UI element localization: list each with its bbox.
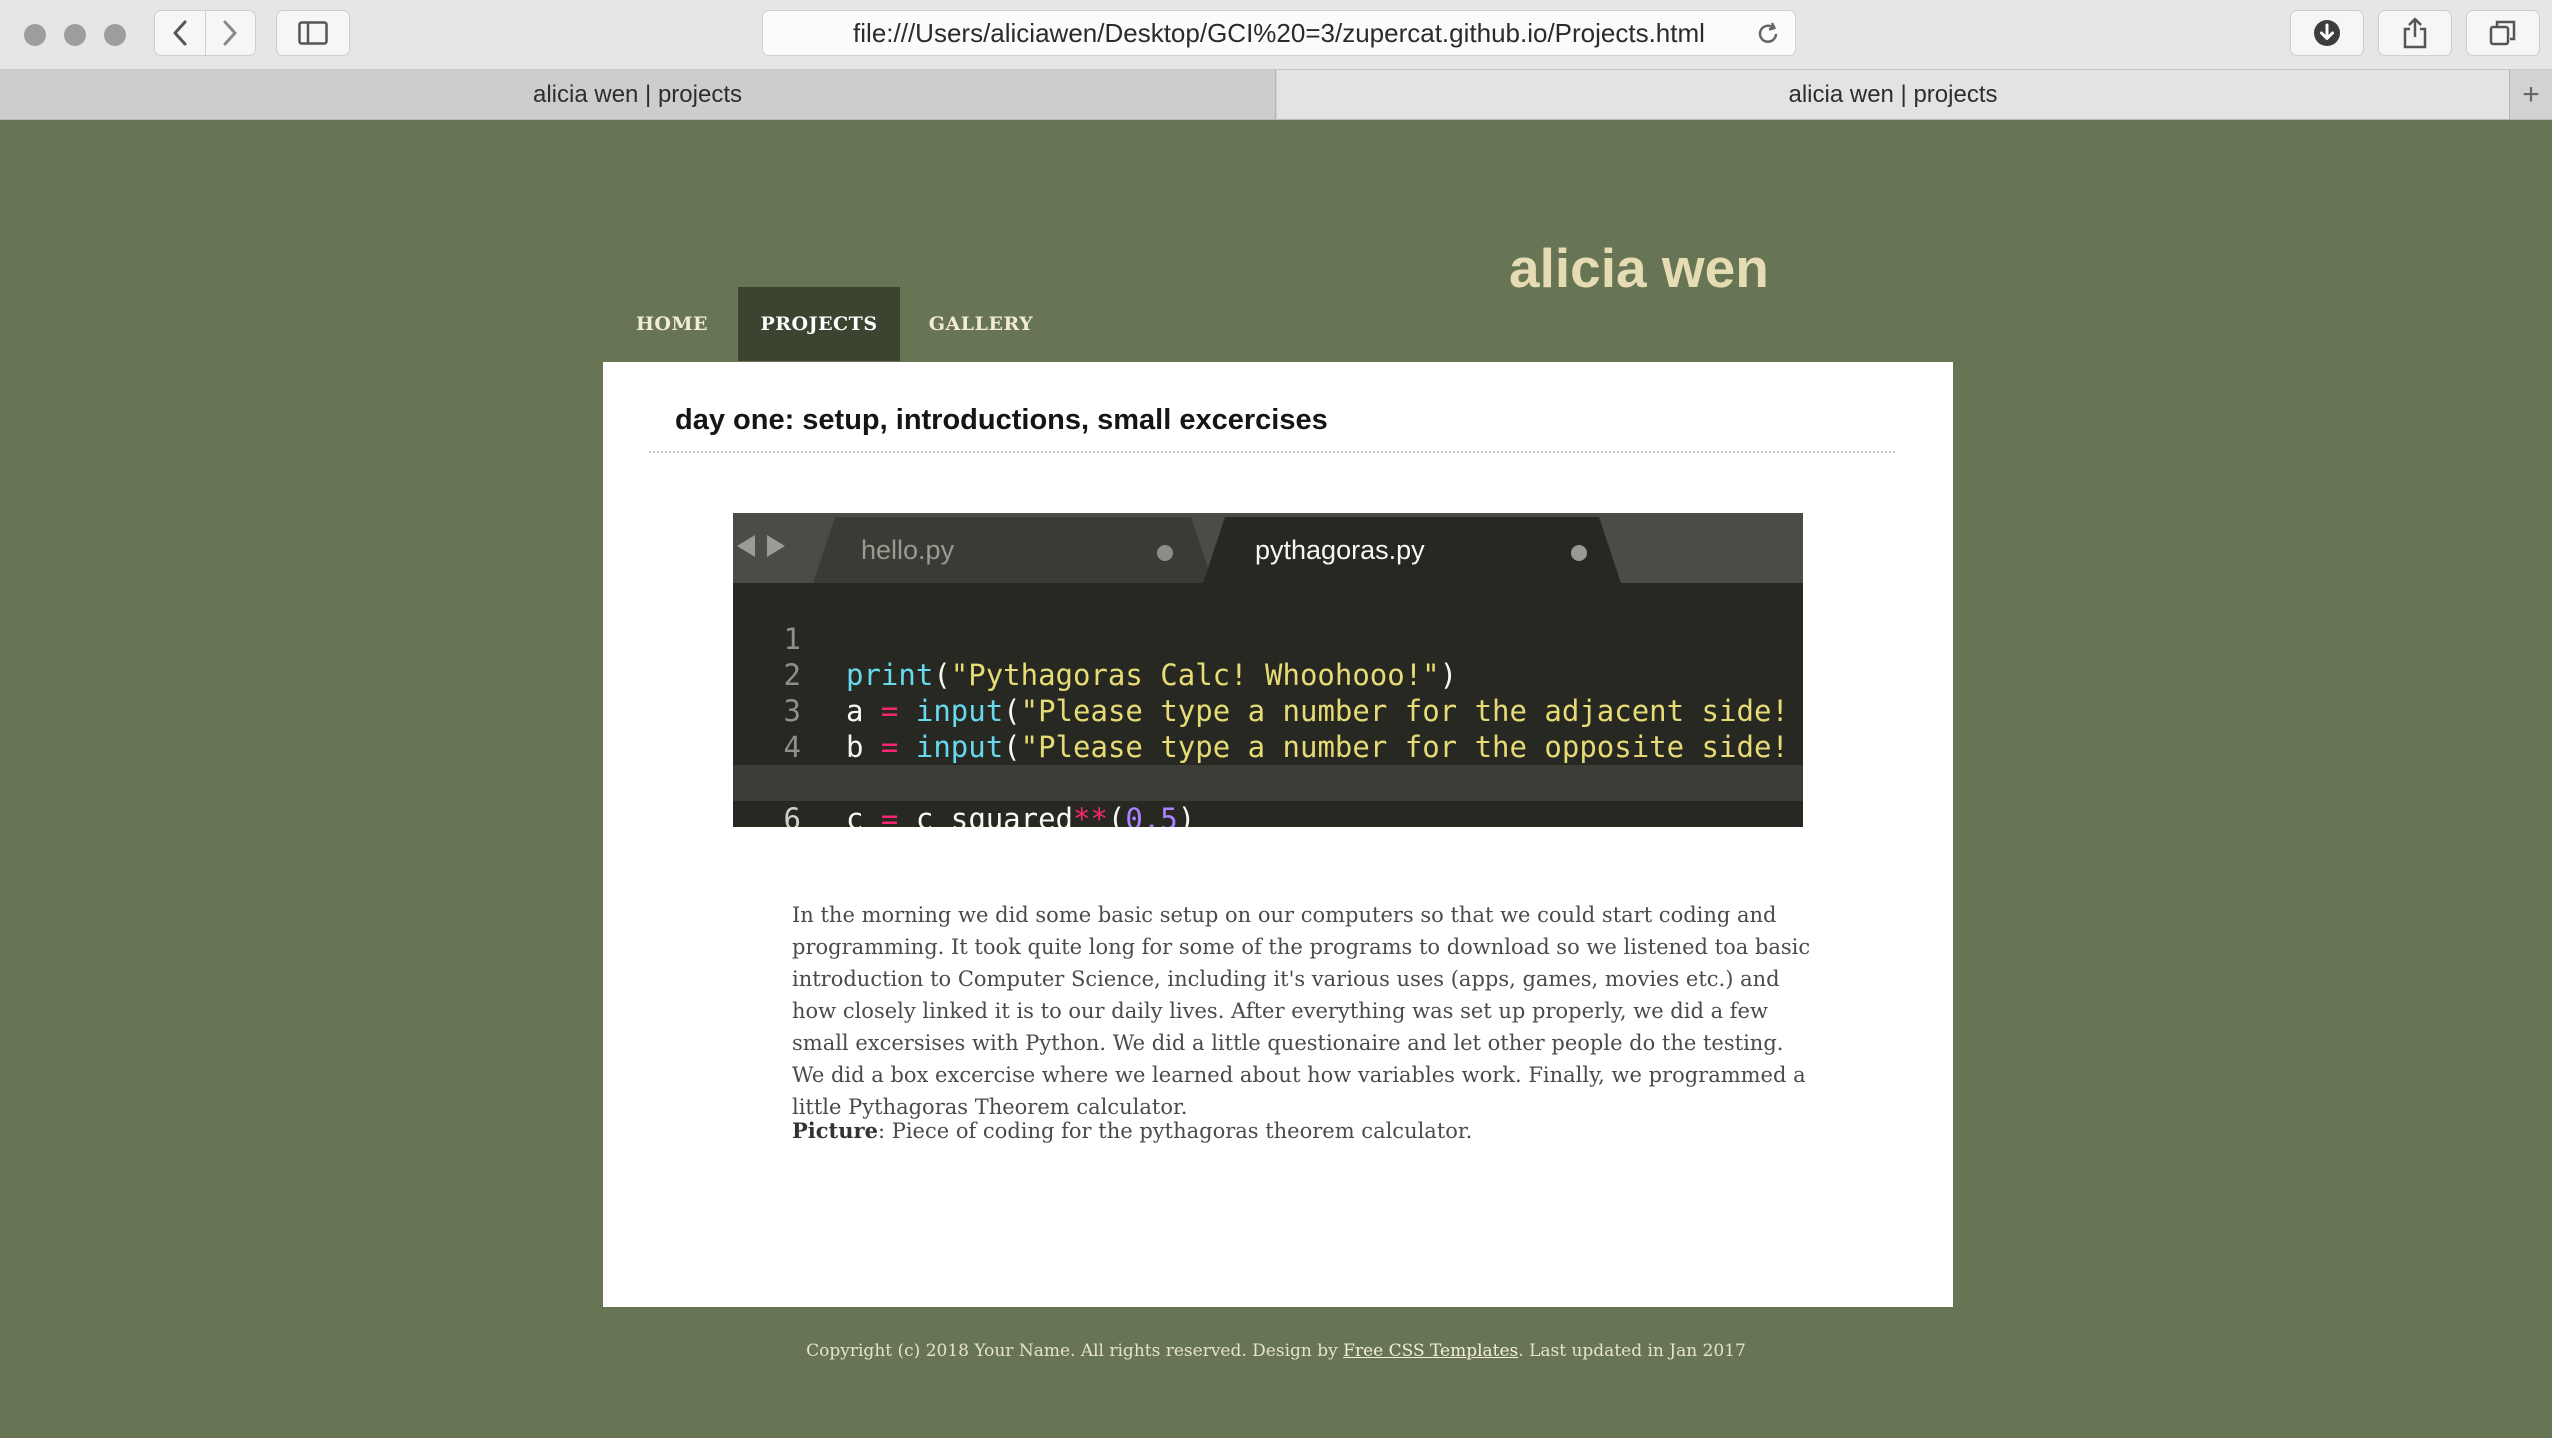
forward-button[interactable] <box>206 11 256 55</box>
editor-tab-label: hello.py <box>861 534 955 565</box>
unsaved-dot-icon <box>1157 545 1173 561</box>
editor-tab-bar: hello.py pythagoras.py <box>733 513 1803 583</box>
tab-projects-inactive[interactable]: alicia wen | projects <box>0 70 1276 119</box>
site-title: alicia wen <box>1509 237 1769 299</box>
title-divider <box>649 451 1895 453</box>
zoom-window-button[interactable] <box>104 24 126 46</box>
editor-right-arrow-icon <box>767 535 785 557</box>
caption-label: Picture <box>792 1118 878 1143</box>
forward-icon <box>223 20 237 46</box>
editor-left-arrow-icon <box>737 535 755 557</box>
content-panel: day one: setup, introductions, small exc… <box>603 362 1953 1307</box>
reload-icon[interactable] <box>1755 21 1781 47</box>
close-window-button[interactable] <box>24 24 46 46</box>
code-text: c = c_squared**(0.5) <box>846 802 1196 827</box>
code-line: 3 b = input("Please type a number for th… <box>733 657 1803 764</box>
footer-templates-link[interactable]: Free CSS Templates <box>1343 1341 1518 1361</box>
nav-gallery-link[interactable]: GALLERY <box>916 287 1046 361</box>
tab-projects-active[interactable]: alicia wen | projects <box>1277 70 2509 119</box>
downloads-button[interactable] <box>2290 10 2364 56</box>
tab-label: alicia wen | projects <box>533 80 742 108</box>
share-icon <box>2403 17 2427 49</box>
footer-copyright: Copyright (c) 2018 Your Name. All rights… <box>806 1341 1344 1361</box>
url-text: file:///Users/aliciawen/Desktop/GCI%20=3… <box>853 17 1705 48</box>
line-number: 6 <box>783 802 801 827</box>
share-button[interactable] <box>2378 10 2452 56</box>
tabs-overview-icon <box>2489 20 2516 46</box>
editor-tab-hello: hello.py <box>813 517 1213 583</box>
minimize-window-button[interactable] <box>64 24 86 46</box>
back-icon <box>173 20 187 46</box>
browser-toolbar: file:///Users/aliciawen/Desktop/GCI%20=3… <box>0 0 2552 70</box>
tab-bar: alicia wen | projects alicia wen | proje… <box>0 70 2552 120</box>
code-line: 4 c_squared = int(a)**2+int(b)**2 <box>733 693 1803 800</box>
editor-tab-label: pythagoras.py <box>1255 534 1425 565</box>
footer-updated: . Last updated in Jan 2017 <box>1518 1341 1746 1361</box>
back-button[interactable] <box>155 11 206 55</box>
nav-home-link[interactable]: HOME <box>626 287 718 361</box>
downloads-icon <box>2314 20 2340 46</box>
code-screenshot: hello.py pythagoras.py 1 print("Pythagor… <box>733 513 1803 827</box>
footer: Copyright (c) 2018 Your Name. All rights… <box>0 1341 2552 1361</box>
post-title: day one: setup, introductions, small exc… <box>675 404 1328 436</box>
picture-caption: Picture: Piece of coding for the pythago… <box>792 1115 1812 1147</box>
unsaved-dot-icon <box>1571 545 1587 561</box>
history-nav-group <box>154 10 256 56</box>
nav-projects-link[interactable]: PROJECTS <box>738 287 900 361</box>
code-line-current: 6 print("The answer for your final side … <box>733 765 1803 827</box>
new-tab-button[interactable]: + <box>2509 70 2552 119</box>
post-body: In the morning we did some basic setup o… <box>792 903 1811 1119</box>
sidebar-button[interactable] <box>276 10 350 56</box>
code-line: 5 c = c_squared**(0.5) <box>733 729 1803 827</box>
address-bar[interactable]: file:///Users/aliciawen/Desktop/GCI%20=3… <box>762 10 1796 56</box>
sidebar-icon <box>298 21 328 45</box>
code-line: 1 print("Pythagoras Calc! Whoohooo!") <box>733 585 1803 692</box>
code-body: 1 print("Pythagoras Calc! Whoohooo!") 2 … <box>733 585 1803 827</box>
code-line: 2 a = input("Please type a number for th… <box>733 621 1803 728</box>
tabs-overview-button[interactable] <box>2466 10 2540 56</box>
caption-text: : Piece of coding for the pythagoras the… <box>877 1119 1473 1143</box>
editor-tab-pythagoras: pythagoras.py <box>1203 517 1621 583</box>
tab-label: alicia wen | projects <box>1788 80 1998 108</box>
new-tab-icon: + <box>2522 77 2540 111</box>
